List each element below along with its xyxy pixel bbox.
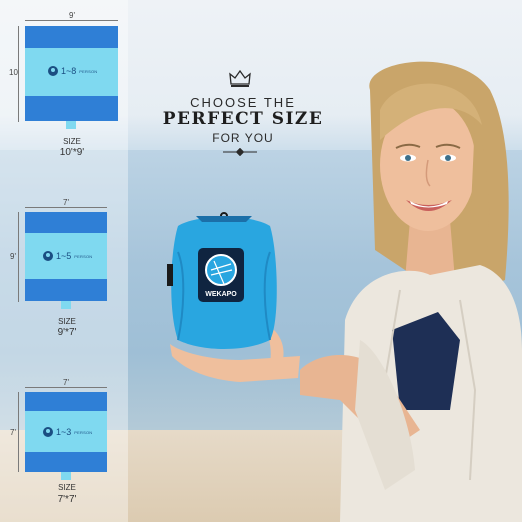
person-icon: [43, 251, 53, 261]
brand-label: WEKAPO: [205, 291, 237, 298]
capacity-range: 1~5: [56, 251, 72, 261]
person-icon: [48, 66, 58, 76]
capacity-unit: PERSON: [79, 68, 98, 74]
width-line: [25, 387, 107, 388]
height-line: [18, 392, 19, 472]
capacity: 1~8 PERSON: [48, 66, 97, 76]
product-bag: WEKAPO: [167, 212, 277, 349]
size-value: 7'*7': [57, 494, 77, 505]
size-caption: SIZE: [58, 483, 76, 492]
capacity-range: 1~3: [56, 427, 72, 437]
crown-icon: [229, 70, 251, 87]
woman-photo: [300, 61, 522, 522]
width-line: [25, 207, 107, 208]
capacity: 1~3 PERSON: [43, 427, 92, 437]
capacity-unit: PERSON: [74, 253, 93, 259]
size-caption: SIZE: [58, 317, 76, 326]
size-value: 10'*9': [59, 147, 85, 158]
capacity-range: 1~8: [61, 66, 77, 76]
height-label: 9': [10, 252, 16, 261]
mat-tab: [66, 121, 76, 129]
mat-tab: [61, 301, 71, 309]
width-label: 9': [69, 11, 75, 20]
mat-tab: [61, 472, 71, 480]
width-label: 7': [63, 198, 69, 207]
person-icon: [43, 427, 53, 437]
height-line: [18, 26, 19, 122]
height-line: [18, 212, 19, 302]
size-caption: SIZE: [63, 137, 81, 146]
size-value: 9'*7': [57, 327, 77, 338]
capacity: 1~5 PERSON: [43, 251, 92, 261]
height-label: 7': [10, 428, 16, 437]
width-line: [25, 20, 118, 21]
ornament-divider: [223, 148, 257, 156]
width-label: 7': [63, 378, 69, 387]
capacity-unit: PERSON: [74, 429, 93, 435]
beach-background: 9' 10' 1~8 PERSON SIZE 10'*9' 7' 9' 1~5 …: [0, 0, 522, 522]
